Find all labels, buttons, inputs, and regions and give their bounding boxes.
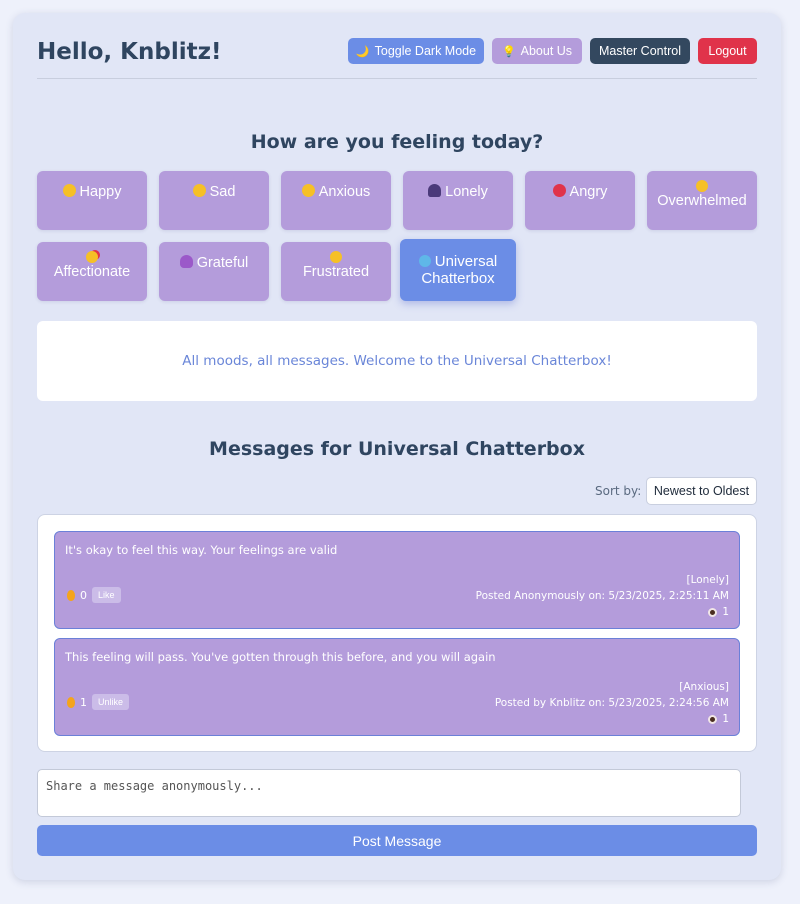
sort-label: Sort by: xyxy=(595,484,642,498)
sort-selected-value: Newest to Oldest xyxy=(653,484,750,498)
anxious-emoji-icon xyxy=(301,184,315,197)
mood-label: Frustrated xyxy=(302,264,370,280)
mood-label: Grateful xyxy=(196,255,249,271)
angry-emoji-icon xyxy=(552,184,566,197)
message-text: It's okay to feel this way. Your feeling… xyxy=(65,543,338,557)
mood-button-happy[interactable]: Happy xyxy=(37,171,147,230)
view-count: 1 xyxy=(722,713,729,725)
toggle-dark-mode-button[interactable]: 🌙 Toggle Dark Mode xyxy=(348,38,484,64)
steaming-face-emoji-icon xyxy=(330,251,342,263)
mood-button-affectionate[interactable]: Affectionate xyxy=(37,242,147,301)
post-message-button[interactable]: Post Message xyxy=(37,825,757,856)
mood-button-overwhelmed[interactable]: Overwhelmed xyxy=(647,171,757,230)
mood-label: Universal Chatterbox xyxy=(421,253,498,287)
mood-button-lonely[interactable]: Lonely xyxy=(403,171,513,230)
mood-label: Happy xyxy=(79,184,122,200)
smile-emoji-icon xyxy=(62,184,76,197)
mood-prompt-heading: How are you feeling today? xyxy=(250,131,544,153)
header: Hello, Knblitz! 🌙 Toggle Dark Mode 💡 Abo… xyxy=(37,37,757,79)
like-count: 0 xyxy=(80,588,87,602)
message-meta: [Anxious] Posted by Knblitz on: 5/23/202… xyxy=(495,679,729,727)
message-input[interactable] xyxy=(37,769,741,817)
message-text: This feeling will pass. You've gotten th… xyxy=(65,650,496,664)
view-count: 1 xyxy=(722,606,729,618)
message-meta: [Lonely] Posted Anonymously on: 5/23/202… xyxy=(476,572,729,620)
master-control-button[interactable]: Master Control xyxy=(590,38,690,64)
eye-icon xyxy=(708,714,718,724)
mood-button-universal-chatterbox[interactable]: Universal Chatterbox xyxy=(400,239,516,301)
praying-person-icon xyxy=(179,255,193,268)
mood-label: Anxious xyxy=(318,184,371,200)
fire-icon xyxy=(67,589,75,601)
view-count-row: 1 xyxy=(495,711,729,727)
reaction-bar: 0 Like xyxy=(67,587,121,603)
exploding-head-emoji-icon xyxy=(696,180,708,192)
message-card: It's okay to feel this way. Your feeling… xyxy=(54,531,740,629)
eye-icon xyxy=(708,607,718,617)
mood-button-anxious[interactable]: Anxious xyxy=(281,171,391,230)
mood-tag: [Anxious] xyxy=(679,681,729,693)
lightbulb-icon: 💡 xyxy=(501,45,516,58)
welcome-text: All moods, all messages. Welcome to the … xyxy=(182,353,612,369)
mood-label: Affectionate xyxy=(53,264,131,280)
posted-info: Posted Anonymously on: 5/23/2025, 2:25:1… xyxy=(475,590,729,602)
mood-button-sad[interactable]: Sad xyxy=(159,171,269,230)
toggle-dark-mode-label: Toggle Dark Mode xyxy=(374,44,477,58)
mood-button-angry[interactable]: Angry xyxy=(525,171,635,230)
about-us-label: About Us xyxy=(520,44,573,58)
like-button[interactable]: Like xyxy=(92,587,121,603)
mood-button-frustrated[interactable]: Frustrated xyxy=(281,242,391,301)
sort-select[interactable]: Newest to Oldest xyxy=(646,477,757,505)
reaction-bar: 1 Unlike xyxy=(67,694,130,710)
posted-info: Posted by Knblitz on: 5/23/2025, 2:24:56… xyxy=(494,697,729,709)
like-count: 1 xyxy=(80,695,87,709)
logout-button[interactable]: Logout xyxy=(698,38,757,64)
main-card: Hello, Knblitz! 🌙 Toggle Dark Mode 💡 Abo… xyxy=(13,13,781,880)
sad-emoji-icon xyxy=(192,184,206,197)
message-card: This feeling will pass. You've gotten th… xyxy=(54,638,740,736)
moon-icon: 🌙 xyxy=(355,45,370,58)
messages-heading: Messages for Universal Chatterbox xyxy=(209,438,585,460)
globe-icon xyxy=(418,255,431,267)
message-list: It's okay to feel this way. Your feeling… xyxy=(37,514,757,752)
mood-button-grateful[interactable]: Grateful xyxy=(159,242,269,301)
greeting-heading: Hello, Knblitz! xyxy=(37,39,222,65)
mood-label: Sad xyxy=(209,184,236,200)
unlike-button[interactable]: Unlike xyxy=(92,694,130,710)
view-count-row: 1 xyxy=(476,604,729,620)
hearts-face-emoji-icon xyxy=(86,251,98,263)
mood-label: Overwhelmed xyxy=(657,193,747,209)
welcome-banner: All moods, all messages. Welcome to the … xyxy=(37,321,757,401)
mood-tag: [Lonely] xyxy=(686,574,729,586)
mood-label: Angry xyxy=(569,184,608,200)
person-silhouette-icon xyxy=(428,184,442,197)
fire-icon xyxy=(67,696,75,708)
mood-label: Lonely xyxy=(445,184,488,200)
about-us-button[interactable]: 💡 About Us xyxy=(492,38,582,64)
